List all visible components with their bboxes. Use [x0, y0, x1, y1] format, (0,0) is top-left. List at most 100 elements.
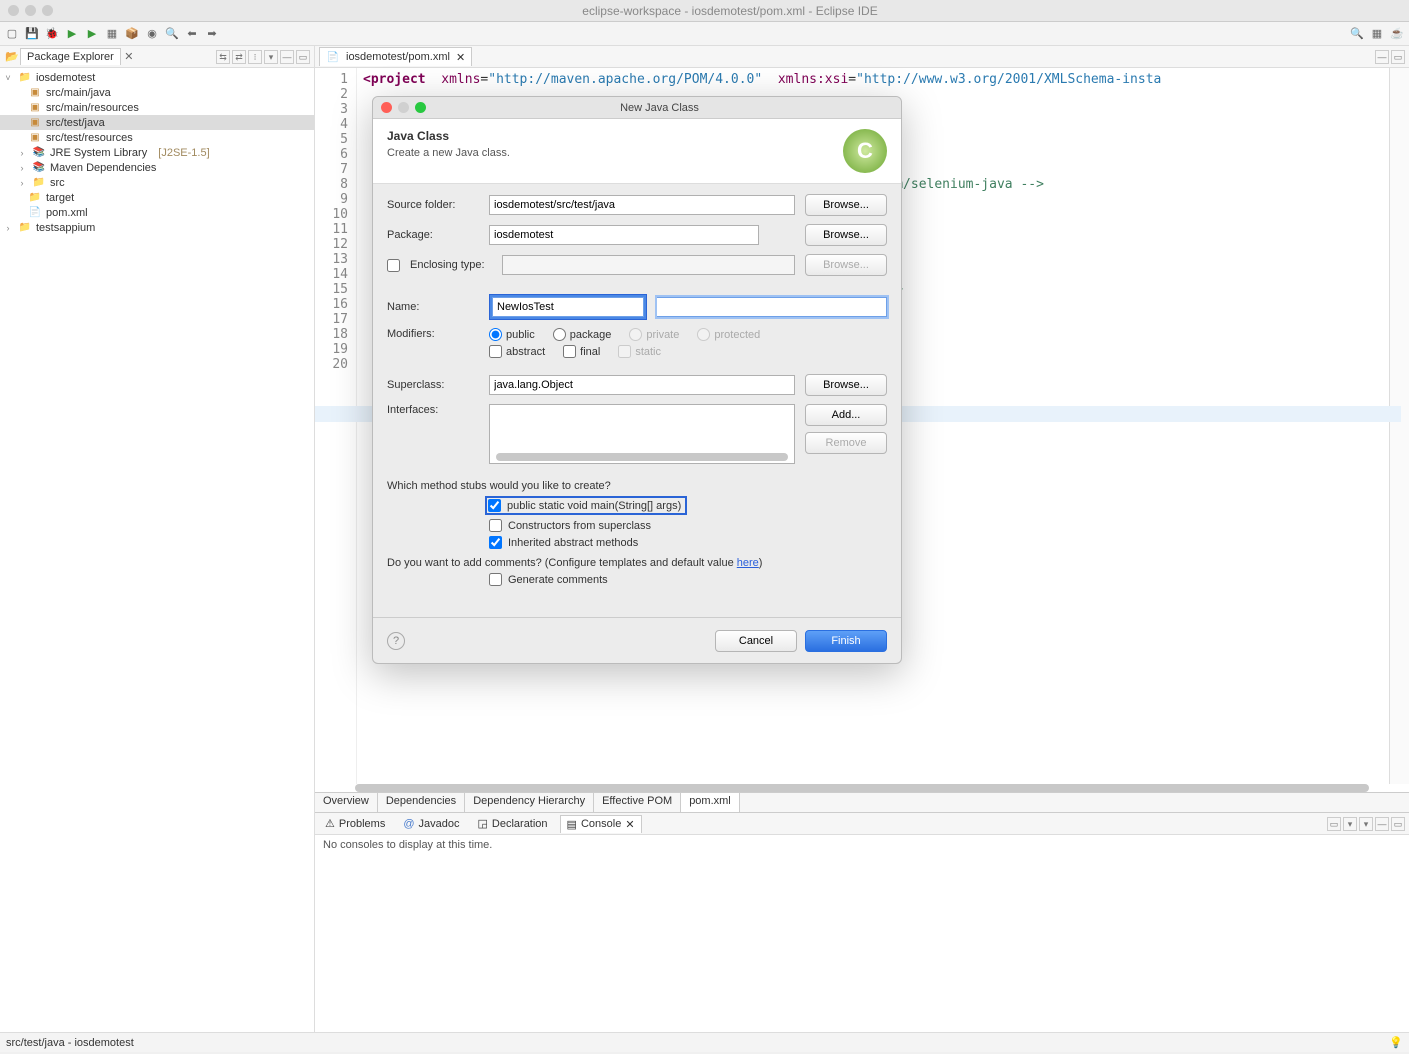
tree-maven[interactable]: Maven Dependencies	[50, 162, 156, 174]
package-label: Package:	[387, 229, 479, 241]
run-last-icon[interactable]: ▶	[84, 26, 100, 42]
save-icon[interactable]: 💾	[24, 26, 40, 42]
package-input[interactable]	[489, 225, 759, 245]
tip-icon[interactable]: 💡	[1389, 1036, 1403, 1049]
view-menu-icon[interactable]: ▾	[264, 50, 278, 64]
close-view-icon[interactable]: ✕	[121, 49, 137, 65]
open-type-icon[interactable]: ◉	[144, 26, 160, 42]
jre-tag: [J2SE-1.5]	[158, 147, 209, 159]
package-folder-icon: ▣	[28, 86, 42, 100]
maximize-editor-icon[interactable]: ▭	[1391, 50, 1405, 64]
package-explorer-view: 📂 Package Explorer ✕ ⇆ ⇄ ⁝ ▾ — ▭ ˅📁iosde…	[0, 46, 315, 1032]
configure-templates-link[interactable]: here	[737, 557, 759, 569]
close-tab-icon[interactable]: ✕	[456, 51, 465, 64]
dialog-close-icon[interactable]	[381, 102, 392, 113]
source-folder-input[interactable]	[489, 195, 795, 215]
debug-icon[interactable]: 🐞	[44, 26, 60, 42]
tab-dependencies[interactable]: Dependencies	[378, 793, 465, 812]
minimize-window-icon[interactable]	[25, 5, 36, 16]
interfaces-label: Interfaces:	[387, 404, 479, 416]
source-folder-label: Source folder:	[387, 199, 479, 211]
coverage-icon[interactable]: ▦	[104, 26, 120, 42]
editor-h-scrollbar[interactable]	[355, 784, 1369, 792]
nav-back-icon[interactable]: ⬅	[184, 26, 200, 42]
tree-jre[interactable]: JRE System Library	[50, 147, 147, 159]
enclosing-type-checkbox[interactable]	[387, 259, 400, 272]
minimize-view-icon[interactable]: —	[1375, 817, 1389, 831]
maximize-view-icon[interactable]: ▭	[296, 50, 310, 64]
class-name-input-ext[interactable]	[657, 297, 887, 317]
run-icon[interactable]: ▶	[64, 26, 80, 42]
project-tree[interactable]: ˅📁iosdemotest ▣src/main/java ▣src/main/r…	[0, 68, 314, 1032]
quick-access-search-icon[interactable]: 🔍	[1349, 26, 1365, 42]
enclosing-type-label: Enclosing type:	[410, 259, 492, 271]
open-console-icon[interactable]: ▾	[1359, 817, 1373, 831]
perspective-icon[interactable]: ▦	[1369, 26, 1385, 42]
package-explorer-tab[interactable]: Package Explorer	[20, 48, 121, 65]
dialog-zoom-icon[interactable]	[415, 102, 426, 113]
browse-superclass-button[interactable]: Browse...	[805, 374, 887, 396]
interfaces-h-scrollbar[interactable]	[496, 453, 788, 461]
package-folder-icon: ▣	[28, 101, 42, 115]
tree-srctestres[interactable]: src/test/resources	[46, 132, 133, 144]
tree-target[interactable]: target	[46, 192, 74, 204]
focus-icon[interactable]: ⁝	[248, 50, 262, 64]
add-interface-button[interactable]: Add...	[805, 404, 887, 426]
tree-srcmainjava[interactable]: src/main/java	[46, 87, 111, 99]
check-main-stub[interactable]	[488, 499, 501, 512]
collapse-all-icon[interactable]: ⇆	[216, 50, 230, 64]
check-constructors-stub[interactable]	[489, 519, 502, 532]
browse-package-button[interactable]: Browse...	[805, 224, 887, 246]
tree-src[interactable]: src	[50, 177, 65, 189]
radio-package[interactable]: package	[553, 328, 612, 341]
link-editor-icon[interactable]: ⇄	[232, 50, 246, 64]
tree-pom[interactable]: pom.xml	[46, 207, 88, 219]
editor-tab-pom[interactable]: 📄 iosdemotest/pom.xml ✕	[319, 47, 472, 66]
main-toolbar: ▢ 💾 🐞 ▶ ▶ ▦ 📦 ◉ 🔍 ⬅ ➡ 🔍 ▦ ☕	[0, 22, 1409, 46]
check-abstract[interactable]: abstract	[489, 345, 545, 358]
status-text: src/test/java - iosdemotest	[6, 1037, 134, 1049]
browse-enclosing-button: Browse...	[805, 254, 887, 276]
tree-srctestjava[interactable]: src/test/java	[46, 117, 105, 129]
folder-icon: 📁	[28, 191, 42, 205]
new-package-icon[interactable]: 📦	[124, 26, 140, 42]
superclass-input[interactable]	[489, 375, 795, 395]
tab-overview[interactable]: Overview	[315, 793, 378, 812]
browse-source-button[interactable]: Browse...	[805, 194, 887, 216]
minimize-editor-icon[interactable]: —	[1375, 50, 1389, 64]
cancel-button[interactable]: Cancel	[715, 630, 797, 652]
tab-problems[interactable]: ⚠Problems	[319, 815, 391, 832]
display-console-icon[interactable]: ▾	[1343, 817, 1357, 831]
java-perspective-icon[interactable]: ☕	[1389, 26, 1405, 42]
minimize-view-icon[interactable]: —	[280, 50, 294, 64]
class-name-input[interactable]	[492, 297, 644, 317]
pom-editor-tabs: Overview Dependencies Dependency Hierarc…	[315, 792, 1409, 812]
tab-pomxml[interactable]: pom.xml	[681, 793, 740, 812]
window-title: eclipse-workspace - iosdemotest/pom.xml …	[59, 4, 1401, 18]
nav-fwd-icon[interactable]: ➡	[204, 26, 220, 42]
maximize-view-icon[interactable]: ▭	[1391, 817, 1405, 831]
overview-ruler[interactable]	[1389, 68, 1409, 784]
tab-javadoc[interactable]: @Javadoc	[397, 816, 465, 832]
tab-declaration[interactable]: ◲Declaration	[472, 815, 554, 832]
pin-console-icon[interactable]: ▭	[1327, 817, 1341, 831]
tree-project[interactable]: iosdemotest	[36, 72, 95, 84]
interfaces-list[interactable]	[489, 404, 795, 464]
tab-console[interactable]: ▤Console✕	[560, 815, 642, 833]
check-inherited-stub[interactable]	[489, 536, 502, 549]
radio-public[interactable]: public	[489, 328, 535, 341]
zoom-window-icon[interactable]	[42, 5, 53, 16]
tab-dep-hierarchy[interactable]: Dependency Hierarchy	[465, 793, 594, 812]
help-icon[interactable]: ?	[387, 632, 405, 650]
check-generate-comments[interactable]	[489, 573, 502, 586]
close-window-icon[interactable]	[8, 5, 19, 16]
search-icon[interactable]: 🔍	[164, 26, 180, 42]
tree-testsappium[interactable]: testsappium	[36, 222, 95, 234]
tree-srcmainres[interactable]: src/main/resources	[46, 102, 139, 114]
status-bar: src/test/java - iosdemotest 💡	[0, 1032, 1409, 1052]
close-view-icon[interactable]: ✕	[625, 818, 634, 831]
check-final[interactable]: final	[563, 345, 600, 358]
finish-button[interactable]: Finish	[805, 630, 887, 652]
tab-effective-pom[interactable]: Effective POM	[594, 793, 681, 812]
new-icon[interactable]: ▢	[4, 26, 20, 42]
